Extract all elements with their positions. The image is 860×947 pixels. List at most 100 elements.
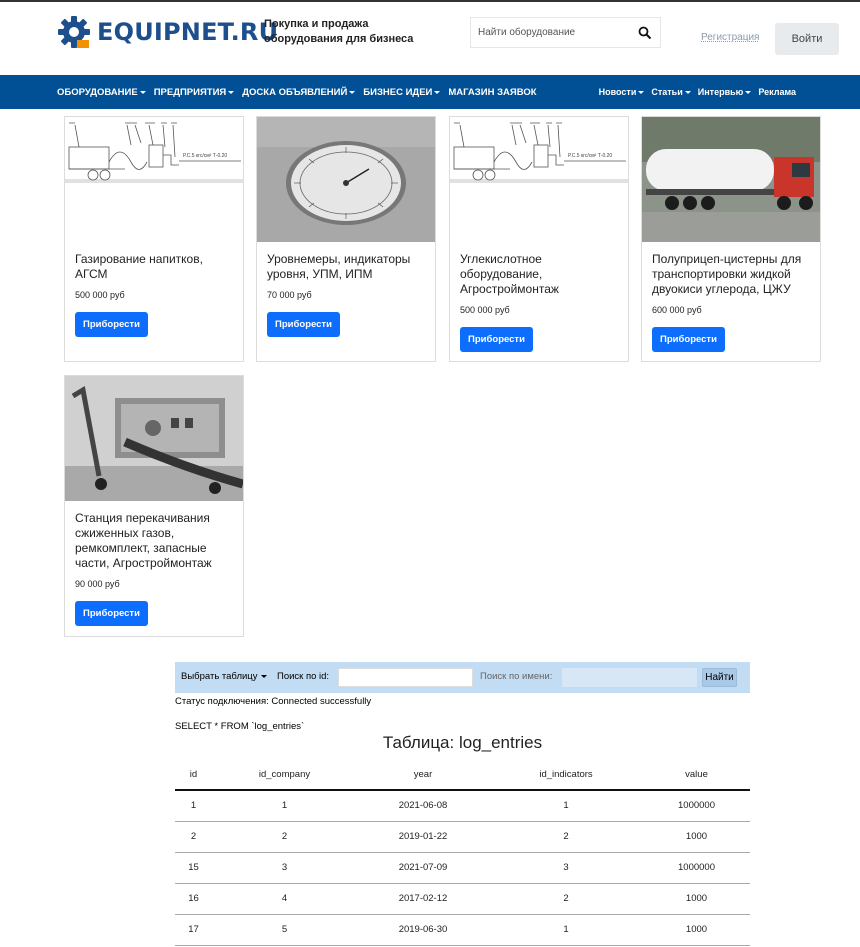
search-name-input[interactable] [562,668,697,687]
search-input[interactable] [471,18,621,47]
chevron-down-icon [745,90,752,94]
table-cell-id: 16 [175,883,212,915]
table-cell-id_indicators: 3 [489,852,643,884]
card-price: 500 000 руб [75,290,125,300]
card-image-diagram: Р.С.5 кгс/см² Т-0.20 [450,117,628,242]
card-price: 70 000 руб [267,290,312,300]
chevron-down-icon [434,90,441,94]
nav-item-label: ПРЕДПРИЯТИЯ [153,86,227,98]
table-cell-value: 1000 [643,883,750,915]
tagline-line-1: Покупка и продажа [264,18,369,30]
card-image-diagram: Р.С.5 кгс/см² Т-0.20 [65,117,243,242]
table-cell-id_company: 5 [212,914,357,946]
table-body: 1 1 2021-06-08 1 1000000 2 2 2019-01-22 2 1000 15 3… [175,790,750,946]
nav-item-label: Новости [598,87,637,97]
nav-item-right-3[interactable]: Реклама [758,87,796,97]
nav-item-label: Интервью [697,87,744,97]
nav-item-label: Статьи [651,87,683,97]
table-cell-id_indicators: 2 [489,883,643,915]
table-cell-id_company: 3 [212,852,357,884]
card-title[interactable]: Полуприцеп-цистерны для транспортировки … [642,252,820,297]
nav-item-label: БИЗНЕС ИДЕИ [363,86,433,98]
table-cell-value: 1000 [643,821,750,853]
table-cell-year: 2019-06-30 [357,914,489,946]
search-id-input[interactable] [338,668,473,687]
table-cell-value: 1000000 [643,790,750,822]
card-price: 600 000 руб [652,305,702,315]
card-image-machine [65,376,243,501]
table-row: 1 1 2021-06-08 1 1000000 [175,790,750,822]
gear-logo-icon [58,16,90,48]
login-button[interactable]: Войти [775,23,839,55]
search-icon[interactable] [638,26,652,40]
nav-item-right-0[interactable]: Новости [599,87,645,97]
product-card: Полуприцеп-цистерны для транспортировки … [641,116,821,362]
table-cell-id_company: 4 [212,883,357,915]
card-title[interactable]: Углекислотное оборудование, Агростроймон… [450,252,628,297]
table-cell-id: 17 [175,914,212,946]
nav-item-label: Реклама [758,87,796,97]
nav-item-right-2[interactable]: Интервью [698,87,752,97]
table-cell-id_company: 1 [212,790,357,822]
table-cell-id: 1 [175,790,212,822]
card-price: 90 000 руб [75,579,120,589]
buy-button[interactable]: Приборести [75,312,148,337]
nav-item-right-1[interactable]: Статьи [651,87,691,97]
search-box [470,17,661,48]
svg-text:Р.С.5 кгс/см² Т-0.20: Р.С.5 кгс/см² Т-0.20 [568,153,612,159]
nav-item-left-4[interactable]: МАГАЗИН ЗАЯВОК [448,87,536,98]
buy-button[interactable]: Приборести [267,312,340,337]
connection-status: Статус подключения: Connected successful… [175,696,372,707]
column-header: value [643,759,750,791]
table-row: 2 2 2019-01-22 2 1000 [175,821,750,853]
table-cell-id_indicators: 1 [489,914,643,946]
nav-item-left-0[interactable]: ОБОРУДОВАНИЕ [57,87,146,98]
card-title[interactable]: Газирование напитков, АГСМ [65,252,243,282]
sql-query: SELECT * FROM `log_entries` [175,721,305,732]
buy-button[interactable]: Приборести [75,601,148,626]
select-table-dropdown[interactable]: Выбрать таблицу [181,671,267,682]
table-row: 17 5 2019-06-30 1 1000 [175,914,750,946]
table-cell-year: 2019-01-22 [357,821,489,853]
svg-text:Р.С.5 кгс/см² Т-0.20: Р.С.5 кгс/см² Т-0.20 [183,153,227,159]
table-row: 15 3 2021-07-09 3 1000000 [175,852,750,884]
table-cell-id_company: 2 [212,821,357,853]
nav-item-label: ОБОРУДОВАНИЕ [57,86,138,98]
nav-left-group: ОБОРУДОВАНИЕ ПРЕДПРИЯТИЯ ДОСКА ОБЪЯВЛЕНИЙ Б… [57,75,545,109]
chevron-down-icon [260,675,267,678]
column-header: id_company [212,759,357,791]
table-cell-id_indicators: 2 [489,821,643,853]
main-nav: ОБОРУДОВАНИЕ ПРЕДПРИЯТИЯ ДОСКА ОБЪЯВЛЕНИЙ Б… [0,75,860,109]
card-title[interactable]: Уровнемеры, индикаторы уровня, УПМ, ИПМ [257,252,435,282]
tagline: Покупка и продажа оборудования для бизне… [264,17,434,47]
column-header: id [175,759,212,791]
chevron-down-icon [139,90,146,94]
table-cell-id_indicators: 1 [489,790,643,822]
card-title[interactable]: Станция перекачивания сжиженных газов, р… [65,511,243,571]
nav-item-label: МАГАЗИН ЗАЯВОК [448,86,537,98]
nav-item-label: ДОСКА ОБЪЯВЛЕНИЙ [242,86,348,98]
table-cell-year: 2017-02-12 [357,883,489,915]
chevron-down-icon [349,90,356,94]
db-toolbar: Выбрать таблицу Поиск по id: Поиск по им… [175,662,750,693]
nav-item-left-3[interactable]: БИЗНЕС ИДЕИ [363,86,441,98]
search-id-label: Поиск по id: [277,671,330,682]
select-table-label: Выбрать таблицу [181,671,258,682]
product-card: Р.С.5 кгс/см² Т-0.20 Газирование напитко… [64,116,244,362]
table-cell-id: 2 [175,821,212,853]
table-row: 16 4 2017-02-12 2 1000 [175,883,750,915]
nav-right-group: Новости Статьи Интервью Реклама [592,75,796,109]
site-logo[interactable]: EQUIPNET.RU [57,15,278,49]
find-button[interactable]: Найти [702,668,737,687]
card-image-truck [642,117,820,242]
nav-item-left-2[interactable]: ДОСКА ОБЪЯВЛЕНИЙ [242,86,356,98]
buy-button[interactable]: Приборести [460,327,533,352]
product-card: Р.С.5 кгс/см² Т-0.20 Углекислотное обору… [449,116,629,362]
register-link[interactable]: Регистрация [701,32,759,43]
nav-item-left-1[interactable]: ПРЕДПРИЯТИЯ [154,87,235,98]
chevron-down-icon [684,90,691,94]
table-cell-year: 2021-06-08 [357,790,489,822]
buy-button[interactable]: Приборести [652,327,725,352]
logo-text: EQUIPNET.RU [97,18,279,46]
chevron-down-icon [228,90,235,94]
